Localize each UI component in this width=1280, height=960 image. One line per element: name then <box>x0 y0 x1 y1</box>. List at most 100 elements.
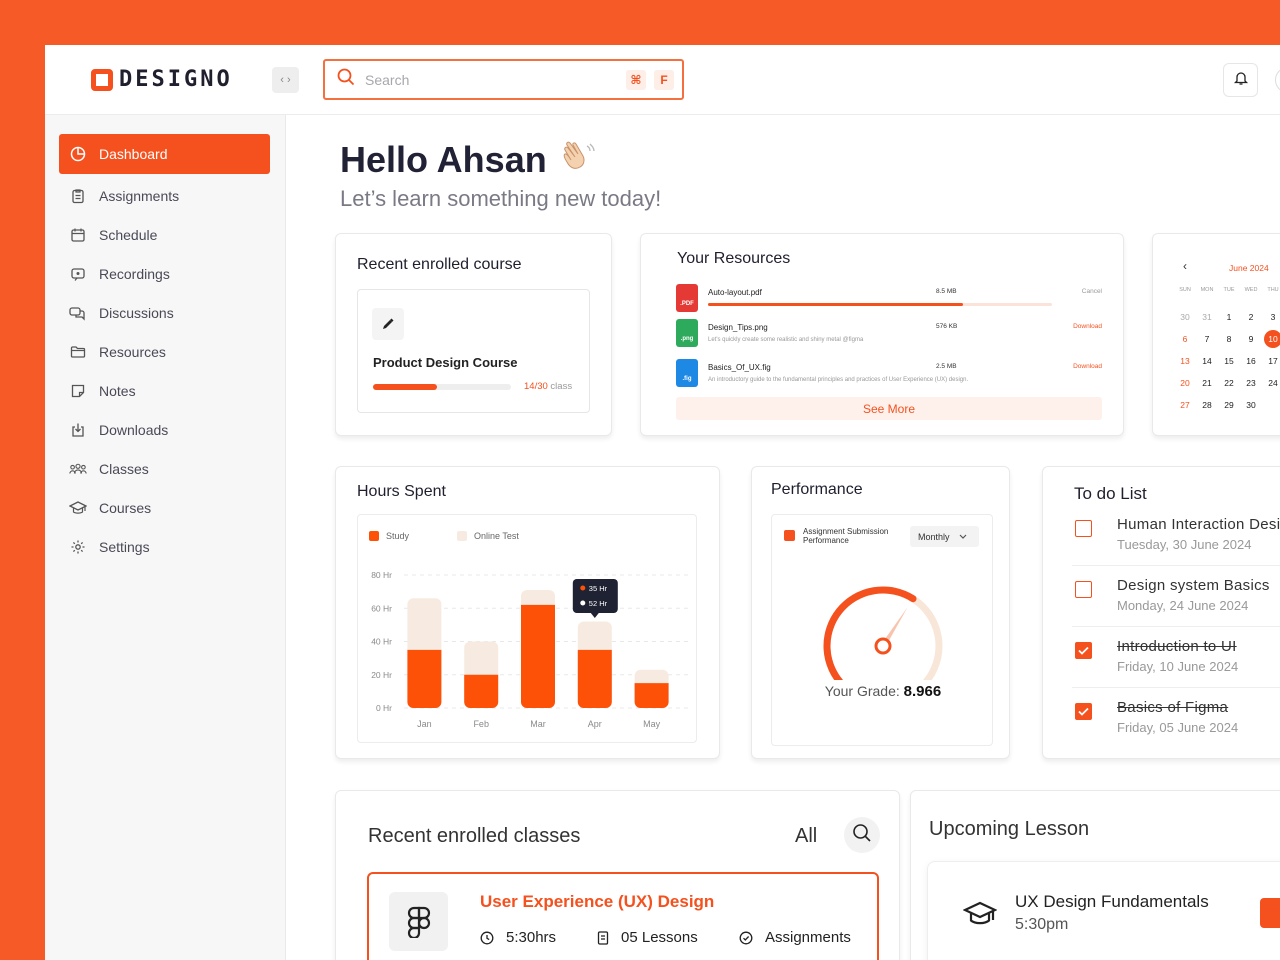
chevron-left-icon[interactable]: ‹ <box>1183 259 1187 273</box>
search-bar[interactable]: Search ⌘ F <box>323 59 684 100</box>
x-tick-label: May <box>643 719 661 729</box>
graduation-cap-icon <box>962 900 998 935</box>
sidebar-item-settings[interactable]: Settings <box>59 527 270 566</box>
chart-tooltip: 35 Hr 52 Hr <box>572 579 618 618</box>
todo-checkbox[interactable] <box>1075 703 1092 720</box>
resources-card: Your Resources .PDF Auto-layout.pdf 8.5 … <box>640 233 1124 436</box>
calendar-day[interactable]: 22 <box>1218 372 1240 394</box>
course-progress-fill <box>373 384 438 390</box>
sidebar-item-label: Settings <box>99 538 150 555</box>
file-name: Basics_Of_UX.fig <box>708 363 771 372</box>
calendar-day[interactable]: 14 <box>1196 350 1218 372</box>
calendar-day[interactable]: 24 <box>1262 372 1280 394</box>
clock-icon <box>480 931 494 945</box>
todo-title: Design system Basics <box>1117 577 1270 594</box>
recording-icon <box>69 265 87 283</box>
chat-icon <box>69 304 87 322</box>
resource-row[interactable]: .PDF Auto-layout.pdf 8.5 MB Cancel <box>676 284 1102 318</box>
filter-all-button[interactable]: All <box>795 825 817 848</box>
todo-title: Basics of Figma <box>1117 699 1229 716</box>
card-title: Performance <box>771 481 863 498</box>
gear-icon <box>69 538 87 556</box>
download-button[interactable]: Download <box>1073 363 1102 370</box>
sidebar-item-classes[interactable]: Classes <box>59 449 270 488</box>
class-item[interactable]: User Experience (UX) Design 5:30hrs 05 L… <box>367 872 879 960</box>
classes-search-button[interactable] <box>844 817 880 853</box>
period-dropdown[interactable]: Monthly <box>910 526 979 547</box>
calendar-day[interactable]: 13 <box>1174 350 1196 372</box>
sidebar-item-label: Resources <box>99 343 166 360</box>
course-progress-text: 14/30 class <box>524 381 573 392</box>
avatar[interactable] <box>1275 67 1280 93</box>
search-input[interactable]: Search <box>365 72 626 88</box>
notification-button[interactable] <box>1223 63 1258 97</box>
sidebar-collapse-button[interactable]: ‹ › <box>272 67 299 93</box>
todo-checkbox[interactable] <box>1075 642 1092 659</box>
lesson-item[interactable]: UX Design Fundamentals 5:30pm <box>927 861 1280 960</box>
hours-spent-card: Hours Spent Study Online Test 0 Hr 20 Hr 4… <box>335 466 720 759</box>
graduation-cap-icon <box>69 499 87 517</box>
todo-date: Tuesday, 30 June 2024 <box>1117 537 1252 552</box>
recent-course-card: Recent enrolled course Product Design Co… <box>335 233 612 436</box>
resource-row[interactable]: .fig Basics_Of_UX.fig 2.5 MB Download An… <box>676 359 1102 393</box>
calendar-day[interactable]: 9 <box>1240 328 1262 350</box>
calendar-day[interactable]: 30 <box>1240 394 1262 416</box>
grade-value: 8.966 <box>903 683 942 700</box>
sidebar-item-recordings[interactable]: Recordings <box>59 254 270 293</box>
lesson-name: UX Design Fundamentals <box>1015 892 1209 911</box>
class-assignments: Assignments <box>739 929 851 946</box>
sidebar-item-schedule[interactable]: Schedule <box>59 215 270 254</box>
calendar-day[interactable]: 21 <box>1196 372 1218 394</box>
calendar-day[interactable]: 10 <box>1262 328 1280 350</box>
sidebar-item-resources[interactable]: Resources <box>59 332 270 371</box>
bell-icon <box>1233 70 1249 91</box>
sidebar-item-discussions[interactable]: Discussions <box>59 293 270 332</box>
sidebar-item-label: Schedule <box>99 226 158 243</box>
resource-row[interactable]: .png Design_Tips.png 576 KB Download Let… <box>676 319 1102 353</box>
calendar-day[interactable]: 8 <box>1218 328 1240 350</box>
shortcut-f-key: F <box>654 69 674 90</box>
join-lesson-button[interactable] <box>1260 898 1280 928</box>
calendar-day[interactable]: 6 <box>1174 328 1196 350</box>
calendar-day[interactable]: 29 <box>1218 394 1240 416</box>
calendar-day[interactable]: 28 <box>1196 394 1218 416</box>
calendar-day[interactable]: 16 <box>1240 350 1262 372</box>
bar-study <box>407 649 442 708</box>
sidebar-item-notes[interactable]: Notes <box>59 371 270 410</box>
upcoming-lesson-card: Upcoming Lesson UX Design Fundamentals 5… <box>910 790 1280 960</box>
todo-checkbox[interactable] <box>1075 520 1092 537</box>
calendar-day[interactable]: 1 <box>1218 306 1240 328</box>
sidebar-item-label: Downloads <box>99 421 169 438</box>
shortcut-cmd-key: ⌘ <box>626 69 646 90</box>
cancel-button[interactable]: Cancel <box>1082 288 1102 295</box>
calendar-day[interactable]: 7 <box>1196 328 1218 350</box>
sidebar-item-assignments[interactable]: Assignments <box>59 176 270 215</box>
calendar-day[interactable]: 27 <box>1174 394 1196 416</box>
sidebar-item-courses[interactable]: Courses <box>59 488 270 527</box>
download-button[interactable]: Download <box>1073 323 1102 330</box>
todo-checkbox[interactable] <box>1075 581 1092 598</box>
calendar-day[interactable]: 23 <box>1240 372 1262 394</box>
course-item[interactable]: Product Design Course 14/30 class <box>357 289 590 413</box>
see-more-button[interactable]: See More <box>676 397 1102 420</box>
y-tick-label: 20 Hr <box>371 670 392 680</box>
card-title: Your Resources <box>677 250 791 267</box>
hours-bar-chart: 0 Hr 20 Hr 40 Hr 60 Hr 80 Hr Jan Feb Mar Apr May 3… <box>371 570 688 729</box>
calendar-day[interactable]: 31 <box>1196 306 1218 328</box>
sidebar-item-dashboard[interactable]: Dashboard <box>59 134 270 174</box>
classes-card: Recent enrolled classes All User Experie… <box>335 790 900 960</box>
tooltip-value-b: 52 Hr <box>589 599 608 608</box>
calendar-day[interactable]: 2 <box>1240 306 1262 328</box>
calendar-day[interactable]: 17 <box>1262 350 1280 372</box>
calendar-day[interactable]: 20 <box>1174 372 1196 394</box>
check-icon <box>1078 646 1089 655</box>
chevron-down-icon <box>959 532 967 542</box>
sidebar-item-downloads[interactable]: Downloads <box>59 410 270 449</box>
sidebar-nav: Dashboard Assignments Schedule Recording… <box>59 134 270 566</box>
upload-progress-bar <box>708 303 1052 306</box>
todo-date: Friday, 10 June 2024 <box>1117 659 1239 674</box>
calendar-day[interactable]: 3 <box>1262 306 1280 328</box>
calendar-day[interactable]: 30 <box>1174 306 1196 328</box>
search-icon <box>852 823 872 848</box>
calendar-day[interactable]: 15 <box>1218 350 1240 372</box>
